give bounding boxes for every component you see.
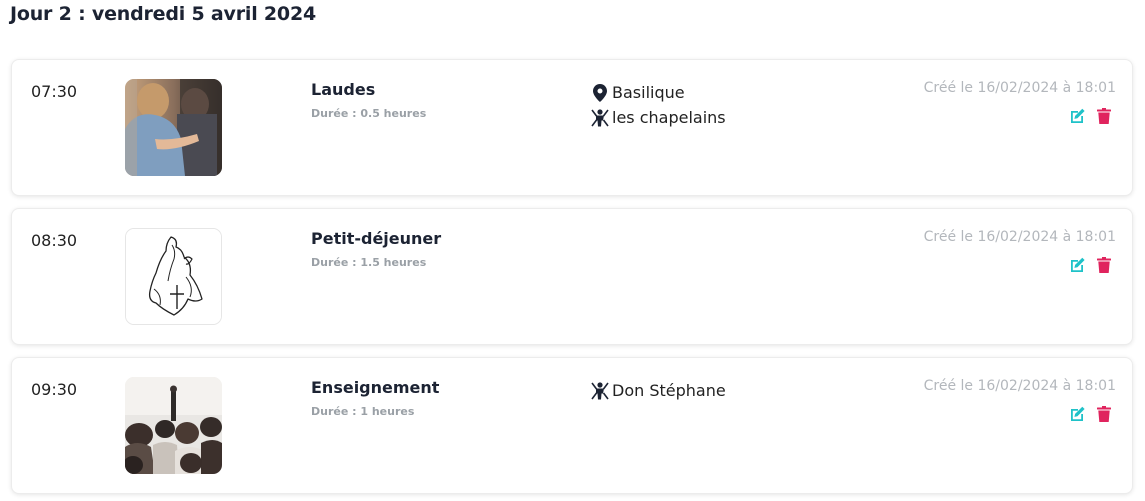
event-meta: Basilique les chapelains <box>591 80 726 130</box>
event-duration: Durée : 1.5 heures <box>311 256 427 269</box>
edit-icon <box>1070 406 1085 421</box>
edit-button[interactable] <box>1068 405 1086 423</box>
event-image <box>125 228 222 325</box>
chalkboard-teacher-icon <box>591 381 609 400</box>
event-actions <box>1068 256 1113 274</box>
event-created: Créé le 16/02/2024 à 18:01 <box>923 229 1116 245</box>
event-duration: Durée : 1 heures <box>311 405 415 418</box>
event-actions <box>1068 107 1113 125</box>
event-card: 09:30 Enseignement Durée : 1 heures Don … <box>11 357 1133 494</box>
event-presenter: les chapelains <box>591 105 726 130</box>
event-presenter-label: les chapelains <box>612 108 726 127</box>
trash-icon <box>1097 108 1111 124</box>
edit-icon <box>1070 108 1085 123</box>
event-image <box>125 79 222 176</box>
event-time: 07:30 <box>31 82 78 101</box>
edit-icon <box>1070 257 1085 272</box>
day-title: Jour 2 : vendredi 5 avril 2024 <box>10 3 316 25</box>
event-created: Créé le 16/02/2024 à 18:01 <box>923 378 1116 394</box>
delete-button[interactable] <box>1095 405 1113 423</box>
edit-button[interactable] <box>1068 107 1086 125</box>
event-duration: Durée : 0.5 heures <box>311 107 427 120</box>
delete-button[interactable] <box>1095 107 1113 125</box>
event-title: Laudes <box>311 80 376 99</box>
event-created: Créé le 16/02/2024 à 18:01 <box>923 80 1116 96</box>
event-card: 07:30 Laudes Durée : 0.5 heures Basiliqu… <box>11 59 1133 196</box>
event-time: 09:30 <box>31 380 78 399</box>
event-presenter-label: Don Stéphane <box>612 381 726 400</box>
event-presenter: Don Stéphane <box>591 378 726 403</box>
event-card: 08:30 Petit-déjeuner Durée : 1.5 heures … <box>11 208 1133 345</box>
event-image <box>125 377 222 474</box>
event-location: Basilique <box>591 80 726 105</box>
edit-button[interactable] <box>1068 256 1086 274</box>
event-time: 08:30 <box>31 231 78 250</box>
map-marker-icon <box>591 83 609 102</box>
event-actions <box>1068 405 1113 423</box>
trash-icon <box>1097 406 1111 422</box>
event-meta: Don Stéphane <box>591 378 726 403</box>
trash-icon <box>1097 257 1111 273</box>
chalkboard-teacher-icon <box>591 108 609 127</box>
delete-button[interactable] <box>1095 256 1113 274</box>
event-title: Enseignement <box>311 378 440 397</box>
event-title: Petit-déjeuner <box>311 229 442 248</box>
event-location-label: Basilique <box>612 83 685 102</box>
